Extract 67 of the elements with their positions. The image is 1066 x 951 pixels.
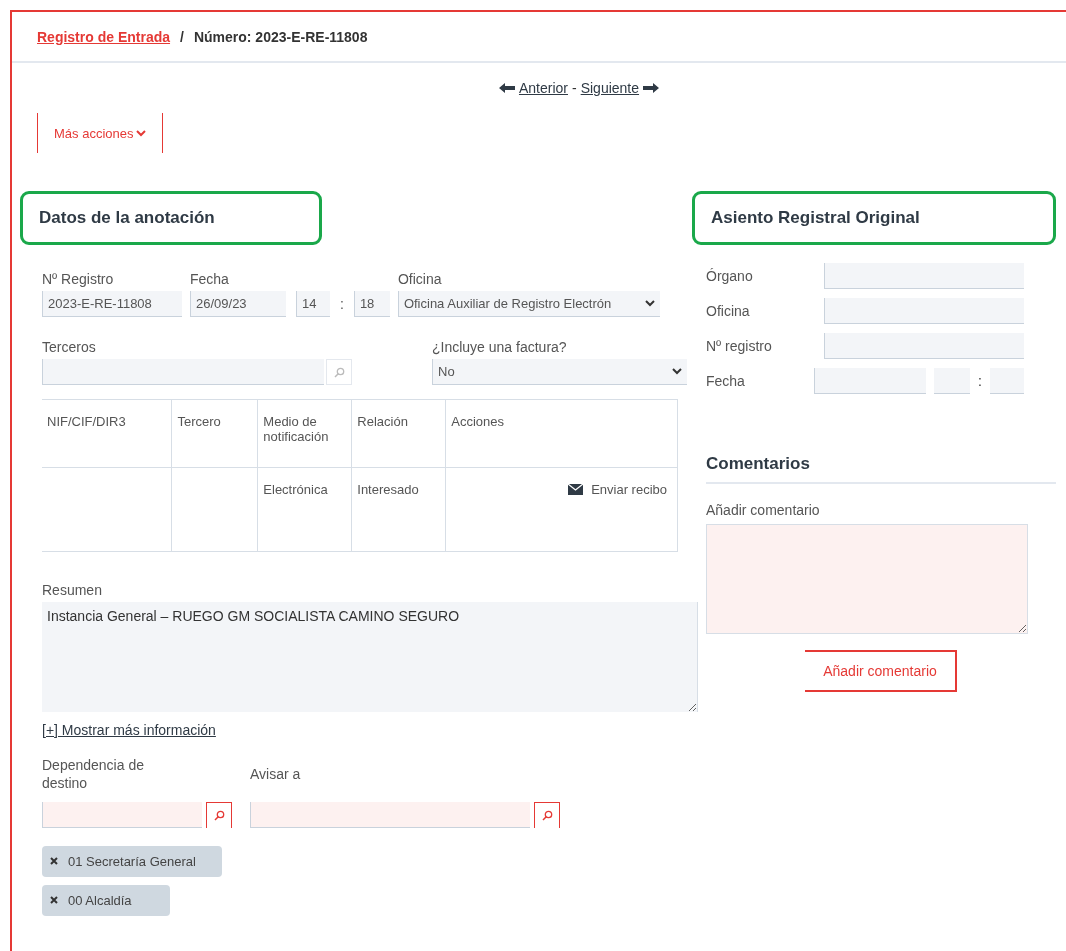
right-arrow-icon <box>643 83 660 93</box>
nav-separator: - <box>572 80 577 96</box>
search-icon <box>213 810 225 821</box>
show-more-link[interactable]: [+] Mostrar más información <box>42 722 216 738</box>
field-label: Terceros <box>42 339 97 355</box>
time-separator: : <box>339 296 345 314</box>
field-label: Órgano <box>706 268 753 284</box>
column-header: Acciones <box>445 399 678 468</box>
input-field[interactable] <box>824 263 1024 289</box>
search-icon <box>333 366 345 378</box>
comment-field[interactable] <box>706 524 1028 634</box>
column-header: Tercero <box>171 399 258 468</box>
time-separator: : <box>978 373 982 389</box>
add-comment-button[interactable]: Añadir comentario <box>805 650 957 692</box>
column-header: Medio de notificación <box>257 399 352 468</box>
field-label: Avisar a <box>250 765 302 784</box>
remove-icon[interactable] <box>50 857 58 865</box>
next-link[interactable]: Siguiente <box>580 80 640 96</box>
section-title: Comentarios <box>706 454 1056 484</box>
record-number: Número: 2023-E-RE-11808 <box>193 28 368 45</box>
summary-field[interactable]: Instancia General – RUEGO GM SOCIALISTA CAMINO SEGURO <box>42 602 698 712</box>
table-cell: Electrónica <box>257 467 352 552</box>
select-field[interactable]: Oficina Auxiliar de Registro Electrón <box>397 291 660 317</box>
breadcrumb-separator: / <box>180 28 184 45</box>
chevron-icon <box>136 129 147 137</box>
minute-field[interactable]: 18 <box>353 291 390 317</box>
field-label: Resumen <box>42 582 103 598</box>
input-field[interactable] <box>824 298 1024 324</box>
field-label: Fecha <box>706 373 745 389</box>
date-field[interactable]: 26/09/23 <box>190 291 286 317</box>
section-title: Datos de la anotación <box>39 208 215 228</box>
search-field[interactable] <box>42 802 202 828</box>
left-arrow-icon <box>498 83 515 93</box>
column-header: NIF/CIF/DIR3 <box>42 399 172 468</box>
search-button[interactable] <box>534 802 560 828</box>
envelope-icon <box>568 484 584 495</box>
send-receipt-link[interactable]: Enviar recibo <box>568 482 667 497</box>
select-field[interactable]: No <box>432 359 687 385</box>
input-field[interactable] <box>824 333 1024 359</box>
breadcrumb-link[interactable]: Registro de Entrada <box>37 28 171 45</box>
chevron-icon <box>672 368 682 375</box>
field-label: Nº registro <box>706 338 772 354</box>
minute-field[interactable] <box>990 368 1024 394</box>
remove-icon[interactable] <box>50 896 58 904</box>
field-label: Fecha <box>190 271 230 287</box>
field-label: Oficina <box>397 271 443 287</box>
field-label: ¿Incluye una factura? <box>432 339 568 355</box>
column-header: Relación <box>351 399 446 468</box>
input-field[interactable]: 2023-E-RE-11808 <box>42 291 182 317</box>
field-label: Dependencia de destino <box>42 756 145 792</box>
field-label: Nº Registro <box>42 271 115 287</box>
table-cell: Interesado <box>351 467 446 552</box>
date-field[interactable] <box>814 368 927 394</box>
field-label: Añadir comentario <box>706 502 821 518</box>
search-button[interactable] <box>206 802 232 828</box>
tag-label: 00 Alcaldía <box>68 893 132 908</box>
search-icon <box>541 810 553 821</box>
hour-field[interactable] <box>934 368 971 394</box>
more-actions-button[interactable]: Más acciones <box>37 113 164 153</box>
chevron-icon <box>644 300 655 307</box>
section-title: Asiento Registral Original <box>711 208 920 228</box>
previous-link[interactable]: Anterior <box>518 80 568 96</box>
hour-field[interactable]: 14 <box>296 291 330 317</box>
field-label: Oficina <box>706 303 750 319</box>
search-field[interactable] <box>250 802 530 828</box>
search-field[interactable] <box>42 359 324 385</box>
tag-label: 01 Secretaría General <box>68 854 196 869</box>
